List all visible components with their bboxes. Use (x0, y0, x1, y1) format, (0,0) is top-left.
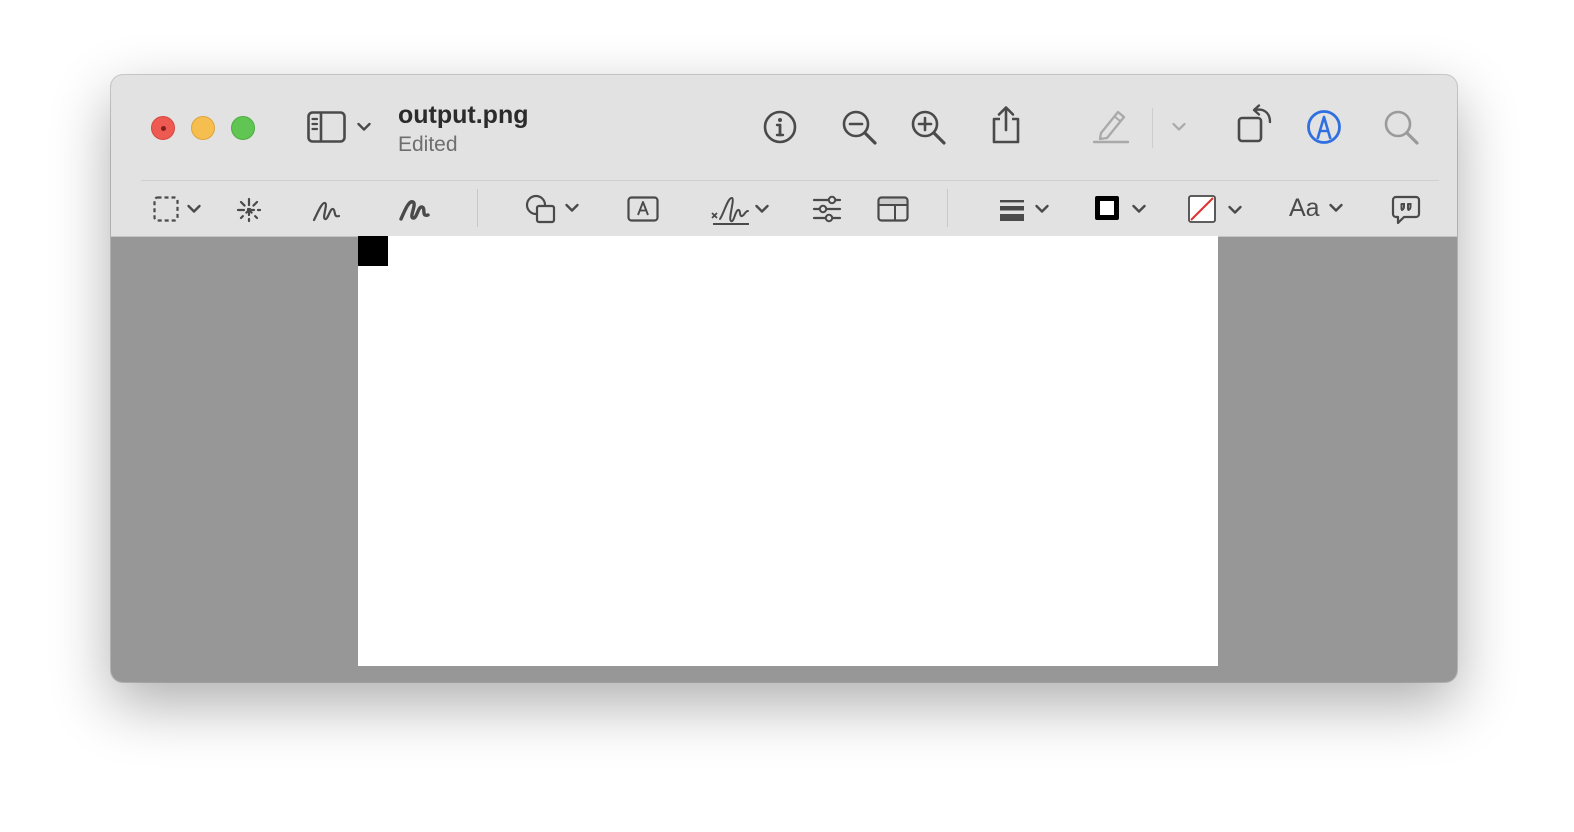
preview-window: output.png Edited Aa (111, 75, 1457, 682)
speech-bubble-icon (1391, 195, 1421, 225)
signature-icon (711, 193, 751, 227)
chevron-down-icon (755, 204, 769, 214)
sketch-icon (312, 196, 342, 224)
close-button[interactable] (151, 116, 175, 140)
chevron-down-icon (1132, 204, 1146, 214)
zoom-out-icon (842, 110, 878, 146)
share-icon (990, 105, 1022, 145)
toolbar-separator (1152, 108, 1153, 148)
chevron-down-icon (187, 204, 201, 214)
titlebar: output.png Edited (111, 75, 1457, 180)
chevron-down-icon (1172, 122, 1186, 132)
text-box-icon (627, 196, 659, 222)
rotate-icon (1237, 104, 1275, 144)
titlebar-divider (141, 180, 1439, 181)
text-style-label: Aa (1289, 194, 1320, 222)
toolbar-separator (477, 189, 478, 227)
image-canvas[interactable] (358, 236, 1218, 666)
minimize-button[interactable] (191, 116, 215, 140)
toolbar-area: output.png Edited Aa (111, 75, 1457, 237)
sidebar-icon (307, 111, 347, 143)
chevron-down-icon (565, 203, 579, 213)
zoom-button[interactable] (231, 116, 255, 140)
chevron-down-icon (1329, 203, 1343, 213)
zoom-in-icon (911, 110, 947, 146)
draw-icon (399, 195, 431, 223)
sliders-icon (812, 195, 842, 223)
document-status: Edited (398, 133, 458, 156)
chevron-down-icon (1035, 204, 1049, 214)
info-icon (763, 110, 797, 144)
black-square (358, 236, 388, 266)
document-title: output.png (398, 101, 529, 129)
chevron-down-icon (357, 122, 371, 132)
markup-icon (1306, 109, 1342, 145)
line-weight-icon (1000, 199, 1024, 221)
toolbar-separator (947, 189, 948, 227)
rect-selection-icon (153, 196, 179, 222)
highlighter-icon (1092, 106, 1130, 144)
border-color-icon (1094, 195, 1120, 221)
shapes-icon (525, 193, 557, 225)
search-icon (1384, 110, 1420, 146)
text-style-button[interactable]: Aa (1289, 193, 1320, 223)
title-block: output.png Edited (398, 100, 529, 158)
chevron-down-icon (1228, 205, 1242, 215)
fill-color-icon (1188, 195, 1216, 223)
resize-icon (877, 196, 909, 222)
magic-wand-icon (234, 195, 264, 225)
